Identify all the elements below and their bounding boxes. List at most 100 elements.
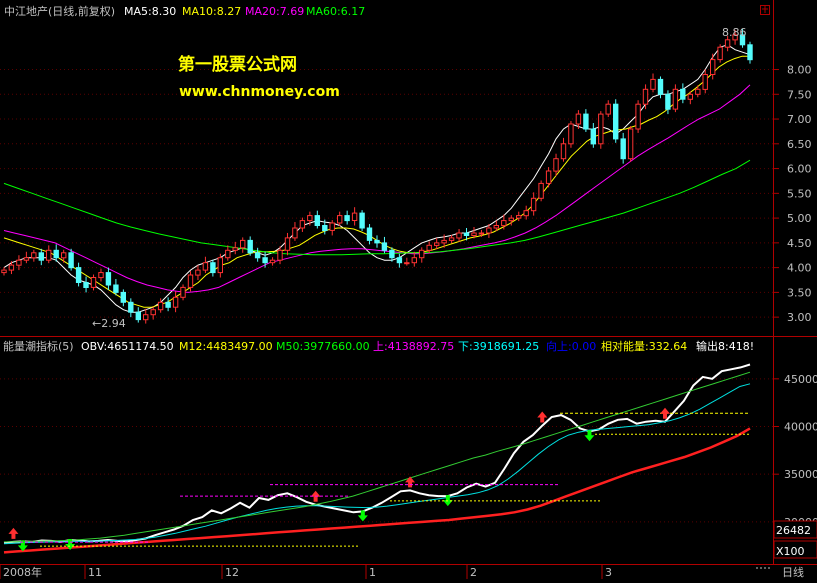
candle-body: [269, 259, 276, 264]
candle-body: [501, 220, 507, 227]
candle-body: [292, 227, 298, 239]
candle-body: [344, 215, 350, 222]
candle-body: [523, 210, 529, 217]
candle-body: [456, 232, 462, 239]
candle-body: [583, 113, 589, 130]
date-label: 1: [369, 566, 376, 579]
candle-body: [695, 88, 701, 95]
candle-body: [105, 272, 112, 286]
candle-body: [620, 138, 626, 160]
candle-body: [337, 215, 343, 224]
period-selector[interactable]: 日线: [782, 565, 804, 579]
candle-body: [8, 264, 15, 271]
price-tick-label: 4.50: [787, 237, 812, 250]
candle-body: [68, 252, 74, 269]
candle-body: [113, 284, 119, 293]
candle-body: [284, 237, 291, 251]
price-tick-label: 6.50: [787, 138, 812, 151]
ma20-label: MA20:7.69: [245, 5, 304, 18]
candle-body: [307, 215, 313, 222]
candle-body: [157, 301, 164, 311]
date-label: 3: [605, 566, 612, 579]
ma60-label: MA60:6.17: [306, 5, 365, 18]
ma10-label: MA10:8.27: [182, 5, 241, 18]
date-label: 2: [470, 566, 477, 579]
price-tick-label: 6.00: [787, 163, 812, 176]
candle-body: [366, 227, 373, 241]
candle-body: [1, 269, 7, 274]
candle-body: [46, 249, 52, 261]
down-label: 下:3918691.25: [458, 340, 539, 353]
candle-body: [411, 257, 418, 264]
candle-body: [128, 301, 134, 313]
candle-body: [240, 239, 246, 249]
obv-panel-title: 能量潮指标(5): [3, 339, 74, 353]
candle-body: [53, 249, 59, 259]
candle-body: [724, 39, 731, 48]
candle-body: [143, 314, 149, 321]
candle-body: [702, 74, 708, 90]
candle-body: [61, 252, 67, 259]
candle-body: [747, 44, 753, 61]
candle-body: [404, 262, 410, 265]
candle-body: [75, 267, 82, 284]
candle-body: [180, 286, 186, 298]
candle-body: [598, 113, 604, 145]
candle-body: [83, 282, 89, 288]
candle-body: [486, 227, 492, 234]
candle-body: [448, 237, 455, 241]
candle-body: [277, 249, 283, 261]
price-tick-label: 3.50: [787, 286, 812, 299]
candle-body: [568, 123, 574, 145]
candle-body: [225, 249, 231, 259]
candle-body: [120, 291, 126, 303]
up2-label: 向上:0.00: [546, 339, 596, 353]
obv-tick-label: 40000: [784, 421, 817, 434]
candle-body: [478, 232, 485, 235]
candle-body: [135, 311, 142, 321]
candle-body: [545, 170, 552, 184]
date-label: 11: [88, 566, 102, 579]
value-box-text: 26482: [776, 524, 811, 537]
candle-body: [329, 222, 335, 231]
candle-body: [23, 257, 30, 261]
candle-body: [217, 257, 224, 274]
candle-body: [254, 252, 261, 259]
low-price-annotation: ←2.94: [92, 317, 126, 330]
candle-body: [441, 239, 447, 244]
candle-body: [426, 244, 432, 251]
candle-body: [396, 257, 403, 264]
high-price-annotation: 8.86: [722, 26, 747, 39]
candle-body: [351, 212, 358, 222]
candle-body: [471, 232, 477, 236]
candle-body: [247, 239, 253, 254]
candle-body: [31, 252, 37, 259]
watermark-url: www.chnmoney.com: [179, 84, 340, 100]
candle-body: [657, 78, 664, 95]
price-tick-label: 4.00: [787, 262, 812, 275]
candle-body: [687, 93, 693, 100]
candle-body: [322, 225, 328, 231]
candle-body: [665, 93, 671, 110]
price-panel-title: 中江地产(日线,前复权): [4, 4, 115, 18]
candle-body: [538, 182, 544, 199]
candle-body: [717, 46, 723, 61]
date-label: 2008年: [3, 565, 42, 579]
price-tick-label: 5.50: [787, 187, 812, 200]
candle-body: [627, 128, 634, 160]
obv-tick-label: 45000: [784, 373, 817, 386]
candle-body: [389, 249, 395, 259]
price-tick-label: 7.50: [787, 88, 812, 101]
candle-body: [710, 59, 716, 75]
output-label: 输出8:418!: [696, 339, 754, 353]
candle-body: [434, 242, 440, 246]
up-label: 上:4138892.75: [373, 340, 454, 353]
candle-body: [165, 301, 171, 308]
candle-body: [150, 309, 156, 316]
candle-body: [650, 78, 656, 90]
candle-body: [90, 277, 97, 288]
m12-label: M12:4483497.00: [179, 340, 273, 353]
price-tick-label: 3.00: [787, 311, 812, 324]
candle-body: [38, 252, 44, 261]
candle-body: [359, 212, 365, 229]
